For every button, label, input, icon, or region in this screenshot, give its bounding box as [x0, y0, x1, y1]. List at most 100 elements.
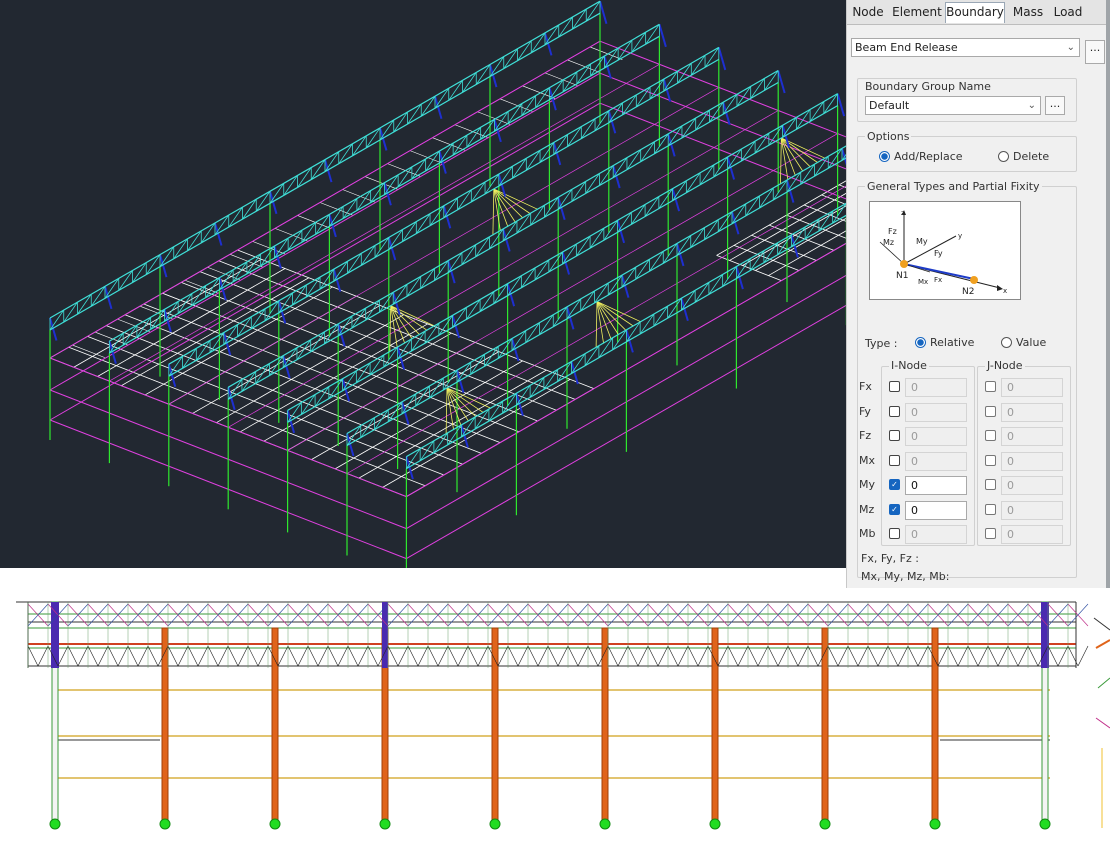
- truss-diagonal: [511, 330, 527, 351]
- truss-diagonal: [552, 306, 568, 327]
- tab-boundary[interactable]: Boundary: [945, 2, 1005, 23]
- i-node-value-field[interactable]: 0: [905, 452, 967, 471]
- truss-diagonal: [557, 189, 573, 210]
- diagonal-line: [347, 645, 359, 667]
- i-node-value-field[interactable]: 0: [905, 476, 967, 495]
- j-node-checkbox[interactable]: [985, 479, 996, 490]
- truss-diagonal: [63, 301, 78, 323]
- diagonal-line: [987, 645, 999, 667]
- i-node-value-field[interactable]: 0: [905, 403, 967, 422]
- diagonal-line: [467, 645, 479, 667]
- truss-diagonal: [342, 370, 357, 391]
- truss-diagonal: [621, 266, 637, 288]
- diagonal-line: [507, 645, 519, 667]
- j-node-value-field[interactable]: 0: [1001, 525, 1063, 544]
- i-node-checkbox[interactable]: [889, 381, 900, 392]
- j-node-value-field[interactable]: 0: [1001, 452, 1063, 471]
- truss-diagonal: [360, 417, 375, 438]
- perimeter-line: [168, 87, 719, 405]
- truss-diagonal: [612, 329, 627, 351]
- truss-diagonal: [319, 268, 335, 290]
- i-node-checkbox[interactable]: [889, 455, 900, 466]
- j-node-value-field[interactable]: 0: [1001, 427, 1063, 446]
- truss-diagonal: [228, 206, 243, 228]
- diagonal-line: [797, 645, 809, 667]
- diagonal-line: [607, 645, 619, 667]
- boundary-function-select[interactable]: Beam End Release ⌄: [851, 38, 1080, 57]
- truss-diagonal: [764, 70, 779, 91]
- tab-element[interactable]: Element: [891, 3, 943, 23]
- truss-diagonal: [370, 182, 385, 203]
- value-radio[interactable]: [1001, 337, 1012, 348]
- boundary-group-label: Boundary Group Name: [865, 80, 991, 93]
- diagonal-line: [887, 645, 899, 667]
- j-node-checkbox[interactable]: [985, 455, 996, 466]
- i-node-checkbox[interactable]: [889, 528, 900, 539]
- i-node-value-field[interactable]: 0: [905, 378, 967, 397]
- truss-diagonal: [480, 119, 495, 140]
- j-node-checkbox[interactable]: [985, 528, 996, 539]
- diagonal-line: [697, 645, 709, 667]
- truss-diagonal: [549, 79, 564, 100]
- relative-radio[interactable]: [915, 337, 926, 348]
- diagonal-line: [427, 645, 439, 667]
- truss-diagonal: [635, 259, 650, 280]
- elevation-column: [271, 627, 279, 825]
- tab-load[interactable]: Load: [1051, 3, 1085, 23]
- diagonal-line: [297, 645, 309, 667]
- elevation-drawing[interactable]: [0, 588, 1090, 844]
- j-node-checkbox[interactable]: [985, 430, 996, 441]
- truss-diagonal: [796, 109, 811, 130]
- boundary-group-select[interactable]: Default ⌄: [865, 96, 1041, 115]
- truss-diagonal: [576, 235, 591, 257]
- model-3d-drawing[interactable]: [0, 0, 846, 568]
- j-node-value-field[interactable]: 0: [1001, 403, 1063, 422]
- diagonal-line: [397, 645, 409, 667]
- diagonal-line: [667, 645, 679, 667]
- truss-diagonal: [534, 259, 550, 281]
- general-types-label: General Types and Partial Fixity: [865, 180, 1042, 193]
- diagonal-line: [787, 645, 799, 667]
- support-node: [709, 818, 721, 830]
- i-node-checkbox[interactable]: ✓: [889, 479, 900, 490]
- truss-diagonal: [429, 205, 445, 226]
- truss-diagonal: [750, 78, 765, 99]
- function-more-button[interactable]: ...: [1085, 40, 1105, 64]
- floor-line: [72, 344, 106, 358]
- truss-diagonal: [782, 117, 797, 138]
- add-replace-radio[interactable]: [879, 151, 890, 162]
- delete-radio[interactable]: [998, 151, 1009, 162]
- tab-node[interactable]: Node: [849, 3, 887, 23]
- i-node-checkbox[interactable]: [889, 406, 900, 417]
- i-node-value-field[interactable]: 0: [905, 427, 967, 446]
- j-node-value-field[interactable]: 0: [1001, 378, 1063, 397]
- truss-diagonal: [475, 236, 490, 257]
- truss-diagonal: [562, 243, 577, 265]
- row-label: Mx: [859, 454, 876, 467]
- j-node-value-field[interactable]: 0: [1001, 501, 1063, 520]
- diagonal-line: [917, 645, 929, 667]
- model-3d-viewport[interactable]: [0, 0, 846, 568]
- elevation-view[interactable]: [0, 588, 1090, 844]
- j-node-checkbox[interactable]: [985, 504, 996, 515]
- truss-diagonal: [786, 171, 802, 193]
- tab-mass[interactable]: Mass: [1009, 3, 1047, 23]
- i-node-checkbox[interactable]: [889, 430, 900, 441]
- elevation-diagonals: [27, 602, 1089, 668]
- truss-diagonal: [631, 204, 646, 225]
- row-label: Fy: [859, 405, 871, 418]
- i-node-value-field[interactable]: 0: [905, 525, 967, 544]
- i-node-value-field[interactable]: 0: [905, 501, 967, 520]
- truss-diagonal: [461, 244, 477, 265]
- i-node-checkbox[interactable]: ✓: [889, 504, 900, 515]
- boundary-group-more-button[interactable]: ...: [1045, 96, 1065, 115]
- j-node-checkbox[interactable]: [985, 406, 996, 417]
- end-post: [382, 602, 388, 668]
- j-node-value-field[interactable]: 0: [1001, 476, 1063, 495]
- truss-diagonal: [132, 262, 147, 283]
- diagonal-line: [967, 645, 979, 667]
- truss-diagonal: [429, 377, 444, 399]
- diagonal-line: [77, 645, 89, 667]
- j-node-checkbox[interactable]: [985, 381, 996, 392]
- truss-diagonal: [608, 102, 623, 123]
